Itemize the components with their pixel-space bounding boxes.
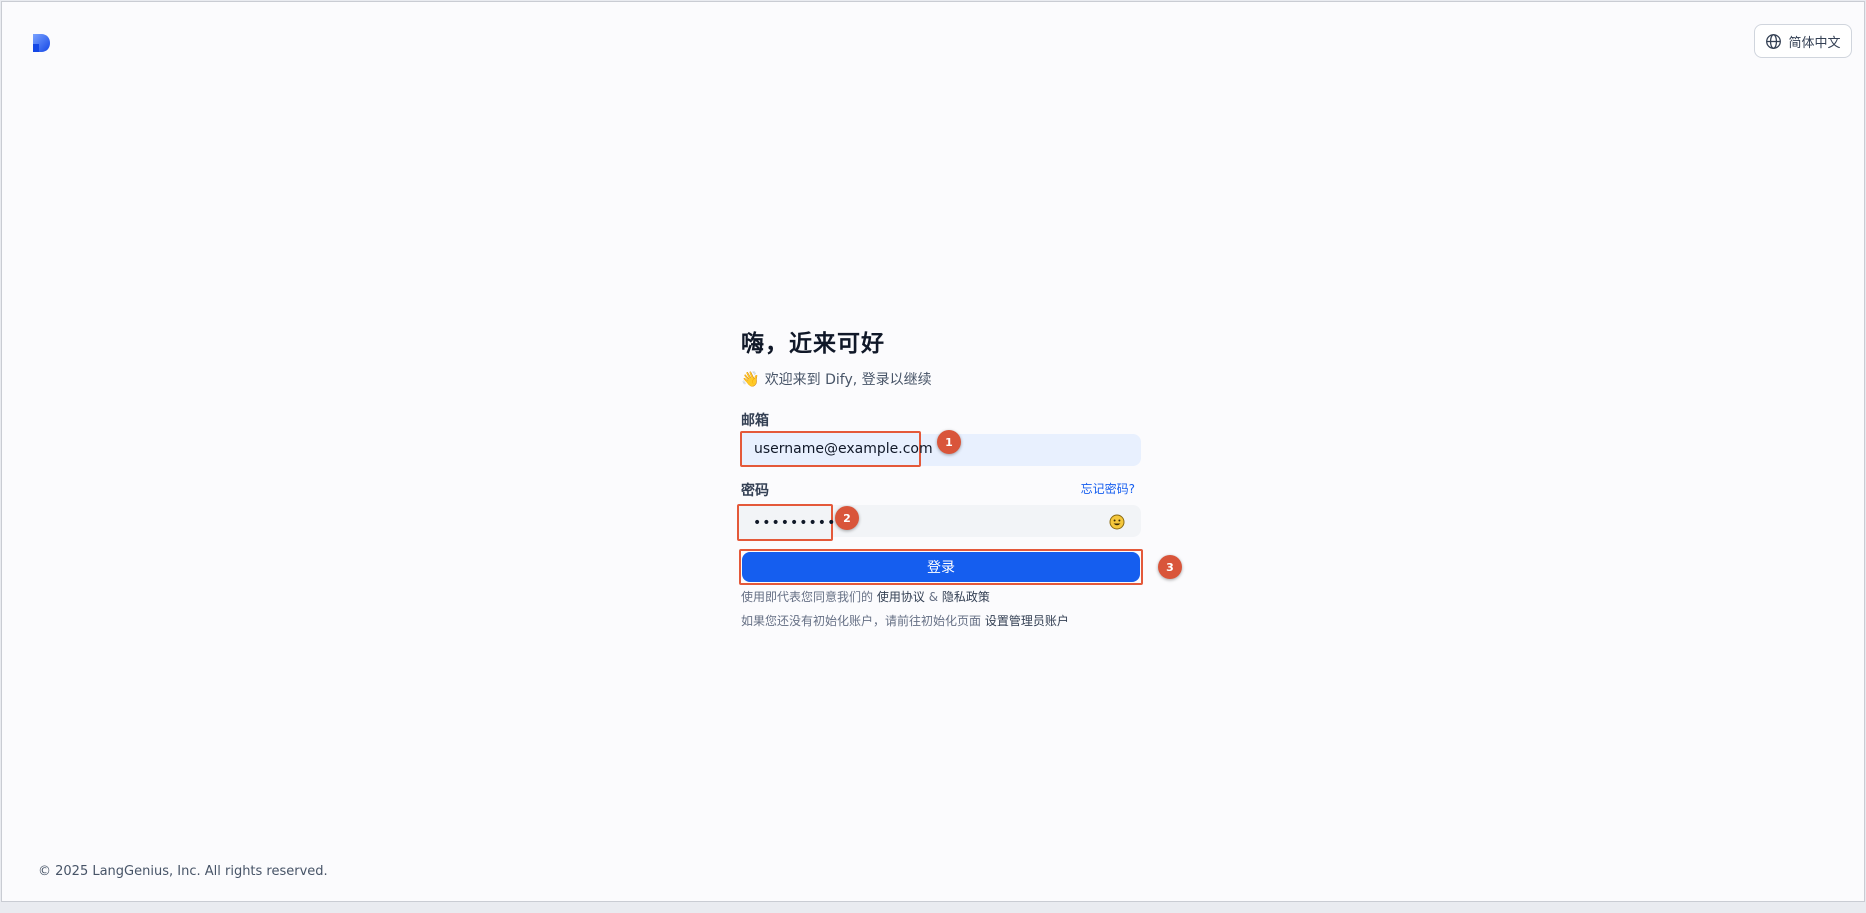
privacy-policy-link[interactable]: 隐私政策 [942, 590, 990, 604]
login-button-highlight: 登录 [739, 549, 1143, 585]
show-password-icon[interactable] [1109, 514, 1125, 530]
waving-hand-icon: 👋 [741, 370, 760, 388]
setup-prefix: 如果您还没有初始化账户，请前往初始化页面 [741, 614, 982, 628]
language-label: 简体中文 [1788, 35, 1841, 51]
page-subtitle: 👋 欢迎来到 Dify, 登录以继续 [741, 369, 1141, 389]
dify-logo-icon[interactable] [31, 32, 55, 54]
annotation-badge-2: 2 [835, 506, 859, 530]
terms-prefix: 使用即代表您同意我们的 [741, 590, 874, 604]
email-label: 邮箱 [741, 413, 769, 429]
login-button[interactable]: 登录 [742, 552, 1140, 582]
subtitle-text: 欢迎来到 Dify, 登录以继续 [764, 372, 932, 388]
page-title: 嗨，近来可好 [741, 331, 885, 357]
setup-notice: 如果您还没有初始化账户，请前往初始化页面 设置管理员账户 [741, 612, 1069, 629]
login-form: 嗨，近来可好 👋 欢迎来到 Dify, 登录以继续 邮箱 username@ex… [737, 324, 1182, 628]
terms-of-service-link[interactable]: 使用协议 [877, 590, 925, 604]
forgot-password-link[interactable]: 忘记密码? [1081, 480, 1135, 497]
footer-copyright: © 2025 LangGenius, Inc. All rights reser… [38, 864, 328, 879]
annotation-badge-3: 3 [1158, 555, 1182, 579]
terms-and: & [928, 590, 939, 604]
email-input[interactable]: username@example.com [740, 431, 933, 467]
globe-icon [1766, 33, 1782, 49]
password-input[interactable]: ••••••••••• [737, 504, 854, 541]
password-label: 密码 [741, 483, 769, 499]
page-frame: 简体中文 嗨，近来可好 👋 欢迎来到 Dify, 登录以继续 邮箱 userna… [1, 1, 1865, 902]
setup-admin-link[interactable]: 设置管理员账户 [985, 614, 1069, 628]
terms-notice: 使用即代表您同意我们的 使用协议 & 隐私政策 [741, 588, 990, 605]
language-selector-button[interactable]: 简体中文 [1754, 24, 1852, 58]
annotation-badge-1: 1 [937, 430, 961, 454]
